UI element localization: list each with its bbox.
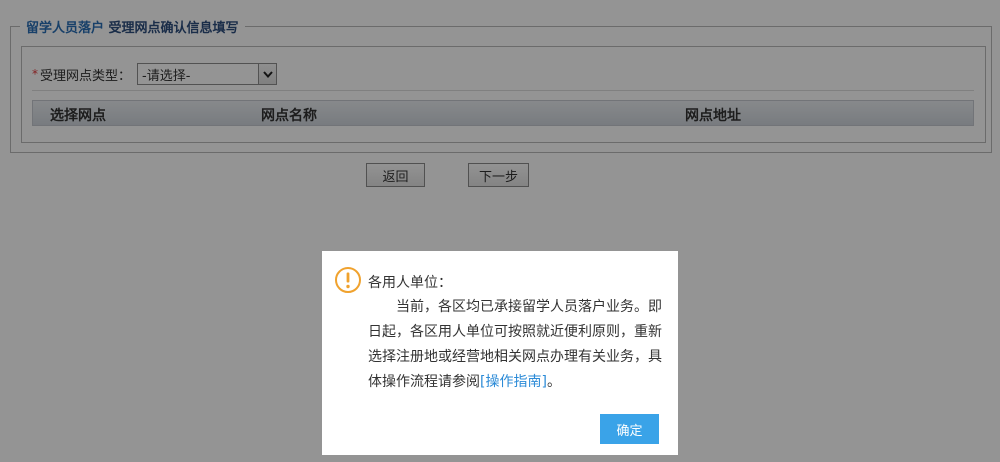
dialog-message: 当前，各区均已承接留学人员落户业务。即日起，各区用人单位可按照就近便利原则，重新… xyxy=(368,295,670,395)
dialog-message-end: 。 xyxy=(546,374,561,390)
confirm-button[interactable]: 确定 xyxy=(600,414,659,444)
operation-guide-link[interactable]: [操作指南] xyxy=(480,374,547,390)
notice-dialog: 各用人单位： 当前，各区均已承接留学人员落户业务。即日起，各区用人单位可按照就近… xyxy=(322,251,678,455)
warning-icon xyxy=(335,267,361,293)
dialog-greeting: 各用人单位： xyxy=(368,275,452,291)
